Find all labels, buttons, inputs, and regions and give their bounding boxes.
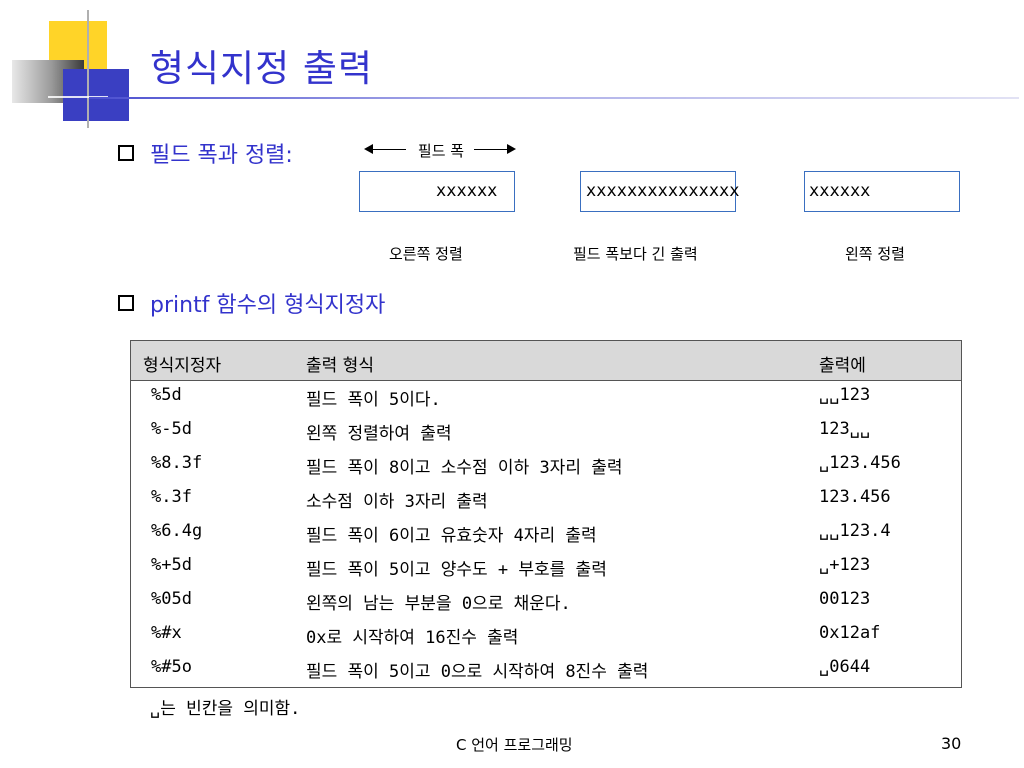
cell-format: 0x로 시작하여 16진수 출력 <box>306 628 519 648</box>
checkbox-bullet-icon <box>118 295 134 311</box>
decor-blue-square <box>63 69 129 121</box>
footer-title: C 언어 프로그래밍 <box>456 736 573 754</box>
table-row: %#x 0x로 시작하여 16진수 출력 0x12af <box>131 619 961 653</box>
left-arrow-shaft <box>372 149 406 150</box>
cell-example: 123␣␣ <box>819 419 871 439</box>
cell-example: 00123 <box>819 589 871 609</box>
bullet-printf-specifiers: printf 함수의 형식지정자 <box>150 293 386 318</box>
caption-left-aligned: 왼쪽 정렬 <box>845 245 905 263</box>
cell-example: 0x12af <box>819 623 881 643</box>
cell-format: 소수점 이하 3자리 출력 <box>306 492 488 512</box>
cell-example: 123.456 <box>819 487 891 507</box>
cell-example: ␣␣123 <box>819 385 871 405</box>
header-specifier: 형식지정자 <box>143 356 222 376</box>
cell-example: ␣␣123.4 <box>819 521 891 541</box>
table-row: %05d 왼쪽의 남는 부분을 0으로 채운다. 00123 <box>131 585 961 619</box>
cell-format: 필드 폭이 5이다. <box>306 390 441 410</box>
caption-right-aligned: 오른쪽 정렬 <box>389 245 463 263</box>
table-header: 형식지정자 출력 형식 출력에 <box>131 341 961 381</box>
header-format: 출력 형식 <box>306 356 374 376</box>
cell-example: ␣+123 <box>819 555 871 575</box>
cell-specifier: %#5o <box>151 657 192 677</box>
caption-overflow: 필드 폭보다 긴 출력 <box>573 245 698 263</box>
cell-example: ␣0644 <box>819 657 871 677</box>
cell-specifier: %#x <box>151 623 182 643</box>
table-row: %5d 필드 폭이 5이다. ␣␣123 <box>131 381 961 415</box>
bullet-field-width: 필드 폭과 정렬: <box>150 143 293 168</box>
cell-example: ␣123.456 <box>819 453 901 473</box>
table-row: %+5d 필드 폭이 5이고 양수도 + 부호를 출력 ␣+123 <box>131 551 961 585</box>
cell-specifier: %6.4g <box>151 521 203 541</box>
table-row: %#5o 필드 폭이 5이고 0으로 시작하여 8진수 출력 ␣0644 <box>131 653 961 687</box>
right-arrow-shaft <box>474 149 508 150</box>
cell-specifier: %+5d <box>151 555 192 575</box>
checkbox-bullet-icon <box>118 145 134 161</box>
page-number: 30 <box>941 734 962 753</box>
blank-symbol-note: ␣는 빈칸을 의미함. <box>150 699 301 719</box>
table-row: %8.3f 필드 폭이 8이고 소수점 이하 3자리 출력 ␣123.456 <box>131 449 961 483</box>
format-specifier-table: 형식지정자 출력 형식 출력에 %5d 필드 폭이 5이다. ␣␣123 %-5… <box>130 340 962 688</box>
table-row: %.3f 소수점 이하 3자리 출력 123.456 <box>131 483 961 517</box>
cell-format: 필드 폭이 8이고 소수점 이하 3자리 출력 <box>306 458 623 478</box>
table-row: %6.4g 필드 폭이 6이고 유효숫자 4자리 출력 ␣␣123.4 <box>131 517 961 551</box>
field-width-label: 필드 폭 <box>364 140 516 160</box>
cell-format: 왼쪽의 남는 부분을 0으로 채운다. <box>306 594 571 614</box>
cell-specifier: %-5d <box>151 419 192 439</box>
table-row: %-5d 왼쪽 정렬하여 출력 123␣␣ <box>131 415 961 449</box>
cell-specifier: %.3f <box>151 487 192 507</box>
cell-format: 왼쪽 정렬하여 출력 <box>306 424 452 444</box>
decor-vertical-line <box>87 10 89 128</box>
slide-title: 형식지정 출력 <box>150 47 374 90</box>
right-arrow-icon <box>507 144 516 154</box>
field-box-right-text: xxxxxx <box>436 181 498 201</box>
title-underline <box>89 97 1019 99</box>
field-width-text: 필드 폭 <box>417 142 465 160</box>
header-example: 출력에 <box>819 356 866 376</box>
cell-specifier: %05d <box>151 589 192 609</box>
cell-format: 필드 폭이 5이고 양수도 + 부호를 출력 <box>306 560 607 580</box>
field-box-overflow-text: xxxxxxxxxxxxxxx <box>586 181 740 201</box>
field-box-left-text: xxxxxx <box>809 181 871 201</box>
cell-specifier: %5d <box>151 385 182 405</box>
cell-format: 필드 폭이 5이고 0으로 시작하여 8진수 출력 <box>306 662 649 682</box>
cell-specifier: %8.3f <box>151 453 203 473</box>
cell-format: 필드 폭이 6이고 유효숫자 4자리 출력 <box>306 526 597 546</box>
